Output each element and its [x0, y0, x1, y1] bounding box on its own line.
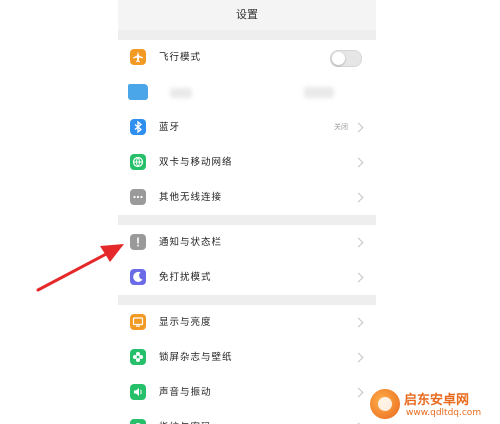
watermark-name: 启东安卓网: [404, 393, 470, 408]
watermark-logo-icon: [370, 389, 400, 419]
watermark-url: www.qdltdq.com: [406, 408, 482, 418]
annotation-arrow-icon: [36, 244, 124, 292]
watermark-logo: 启东安卓网 www.qdltdq.com: [370, 385, 500, 424]
